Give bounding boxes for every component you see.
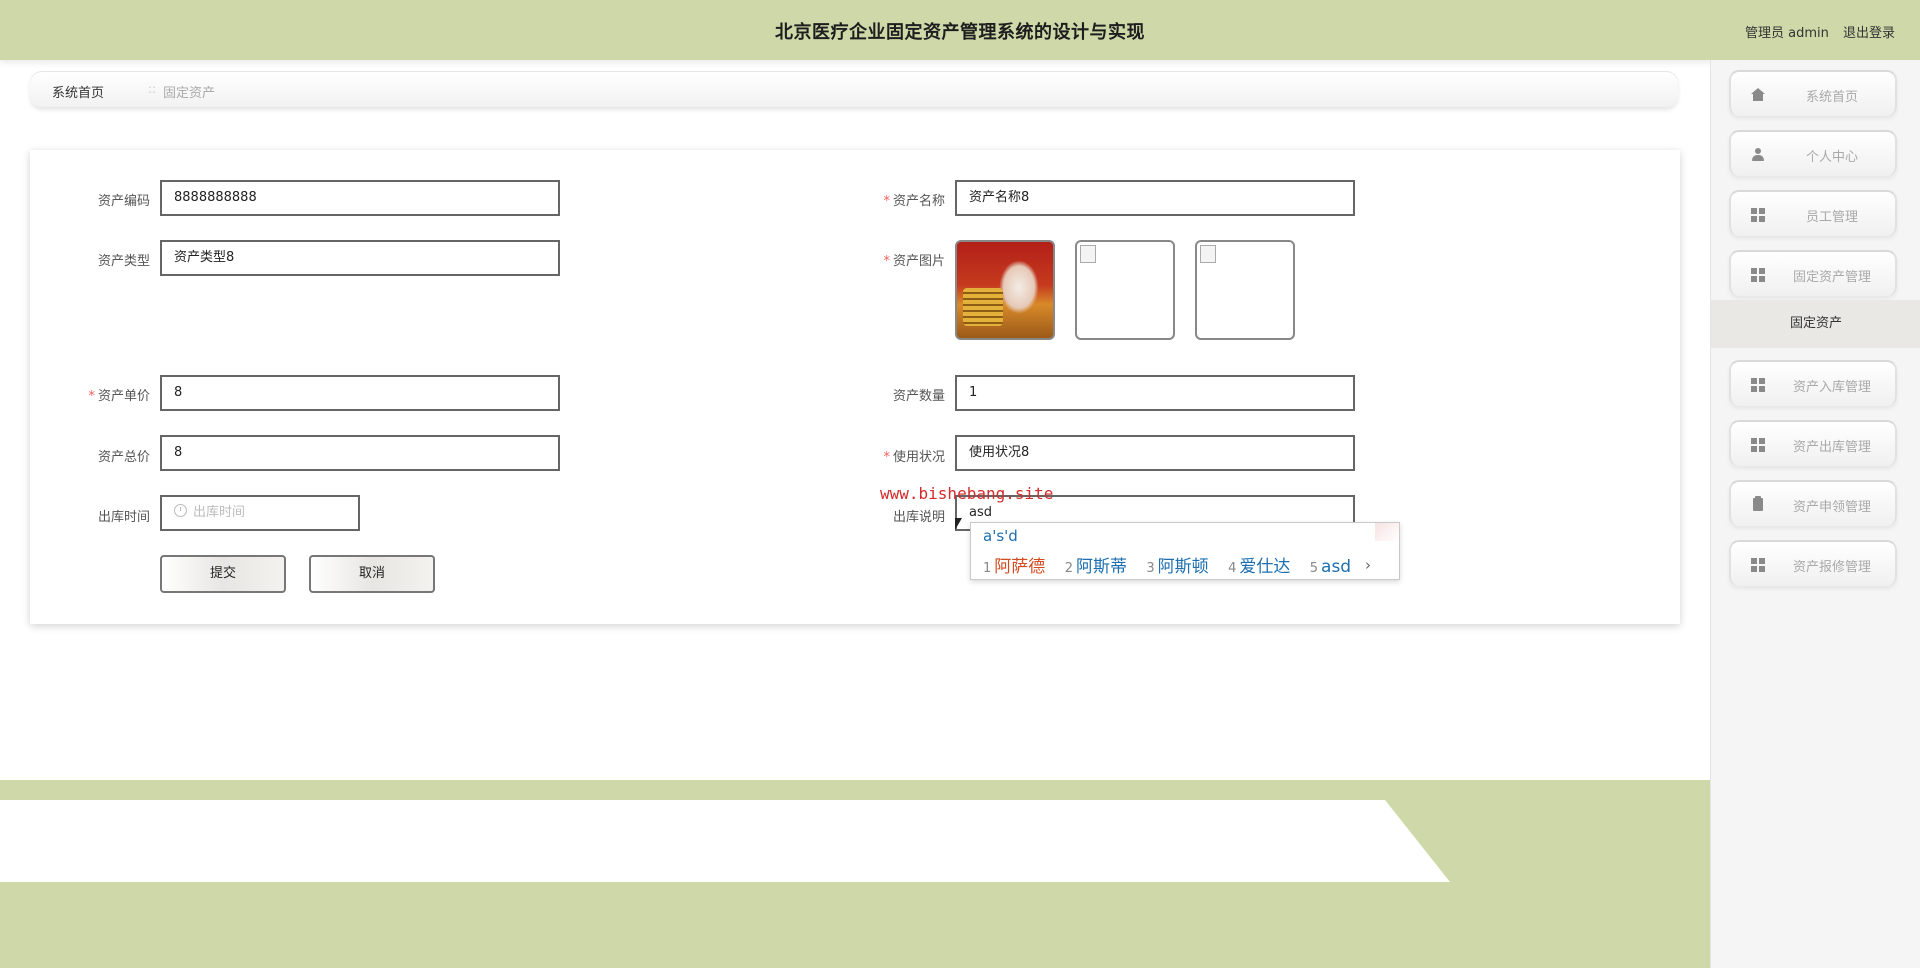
asset-image-slot-3[interactable] — [1195, 240, 1295, 340]
breadcrumb-home[interactable]: 系统首页 — [52, 82, 104, 101]
sidebar-item-home[interactable]: 系统首页 — [1729, 70, 1897, 116]
sidebar-item-employee-management[interactable]: 员工管理 — [1729, 190, 1897, 236]
sidebar-item-fixed-asset-management[interactable]: 固定资产管理 — [1729, 250, 1897, 296]
grid-icon — [1751, 268, 1765, 282]
breadcrumb-current: 固定资产 — [163, 86, 216, 101]
footer-decoration-stripe — [0, 800, 1450, 882]
sidebar-item-asset-request[interactable]: 资产申领管理 — [1729, 480, 1897, 526]
unit-price-label: * 资产单价 — [88, 389, 150, 404]
clipboard-icon — [1751, 496, 1765, 512]
sidebar-item-asset-repair[interactable]: 资产报修管理 — [1729, 540, 1897, 586]
sidebar-menu: 系统首页 个人中心 员工管理 固定资产管理 固定资产 资产入库管理 资产出库管理… — [1710, 60, 1920, 968]
asset-code-field[interactable]: 8888888888 — [160, 180, 560, 216]
coins-graphic — [963, 288, 1003, 326]
clock-icon — [174, 504, 187, 517]
ime-candidate-list: 1 阿萨德 2 阿斯蒂 3 阿斯顿 4 爱仕达 5 asd — [983, 552, 1365, 577]
ime-candidate-4[interactable]: 4 爱仕达 — [1228, 557, 1290, 577]
ime-next-page-icon[interactable]: › — [1365, 556, 1371, 574]
broken-image-icon — [1080, 245, 1096, 263]
watermark-text: www.bishebang.site — [880, 484, 1054, 503]
ime-candidate-3[interactable]: 3 阿斯顿 — [1146, 557, 1208, 577]
ime-candidate-popup: a's'd 1 阿萨德 2 阿斯蒂 3 阿斯顿 4 爱仕达 5 asd › — [970, 522, 1400, 580]
unit-price-field[interactable]: 8 — [160, 375, 560, 411]
submit-button[interactable]: 提交 — [160, 555, 286, 593]
asset-type-field[interactable]: 资产类型8 — [160, 240, 560, 276]
mouse-cursor-icon — [955, 518, 962, 530]
home-icon — [1751, 88, 1765, 102]
top-header: 北京医疗企业固定资产管理系统的设计与实现 管理员 admin 退出登录 — [0, 0, 1920, 60]
usage-status-label: * 使用状况 — [883, 450, 945, 465]
grid-icon — [1751, 558, 1765, 572]
asset-type-label: 资产类型 — [97, 254, 150, 269]
grid-icon — [1751, 208, 1765, 222]
cancel-button[interactable]: 取消 — [309, 555, 435, 593]
user-area: 管理员 admin 退出登录 — [1735, 22, 1895, 41]
breadcrumb-separator: :: — [148, 82, 157, 96]
asset-image-slot-2[interactable] — [1075, 240, 1175, 340]
out-note-label: 出库说明 — [892, 510, 945, 525]
asset-name-field[interactable]: 资产名称8 — [955, 180, 1355, 216]
grid-icon — [1751, 438, 1765, 452]
sidebar-subitem-fixed-asset[interactable]: 固定资产 — [1711, 300, 1920, 348]
usage-status-field[interactable]: 使用状况8 — [955, 435, 1355, 471]
out-time-placeholder: 出库时间 — [193, 505, 246, 520]
sidebar-item-personal-center[interactable]: 个人中心 — [1729, 130, 1897, 176]
asset-code-label: 资产编码 — [97, 194, 150, 209]
asset-name-label: * 资产名称 — [883, 194, 945, 209]
ime-candidate-2[interactable]: 2 阿斯蒂 — [1065, 557, 1127, 577]
total-price-field[interactable]: 8 — [160, 435, 560, 471]
asset-image-thumbnail[interactable] — [955, 240, 1055, 340]
quantity-field[interactable]: 1 — [955, 375, 1355, 411]
quantity-label: 资产数量 — [892, 389, 945, 404]
logout-link[interactable]: 退出登录 — [1843, 26, 1895, 41]
page-title: 北京医疗企业固定资产管理系统的设计与实现 — [775, 22, 1145, 43]
grid-icon — [1751, 378, 1765, 392]
ime-candidate-1[interactable]: 1 阿萨德 — [983, 557, 1045, 577]
ime-candidate-5[interactable]: 5 asd — [1310, 557, 1351, 577]
breadcrumb: 系统首页 :: 固定资产 — [30, 71, 1678, 107]
asset-form-card: 资产编码 8888888888 * 资产名称 资产名称8 资产类型 资产类型8 *… — [30, 150, 1680, 624]
user-role-label: 管理员 admin — [1744, 26, 1829, 41]
ime-composition-text: a's'd — [983, 527, 1018, 545]
sidebar-item-asset-outbound[interactable]: 资产出库管理 — [1729, 420, 1897, 466]
asset-image-label: * 资产图片 — [883, 254, 945, 269]
broken-image-icon — [1200, 245, 1216, 263]
total-price-label: 资产总价 — [97, 450, 150, 465]
out-time-picker[interactable]: 出库时间 — [160, 495, 360, 531]
sidebar-item-asset-inbound[interactable]: 资产入库管理 — [1729, 360, 1897, 406]
ime-corner-decoration — [1375, 523, 1399, 541]
user-icon — [1751, 148, 1765, 162]
out-time-label: 出库时间 — [97, 510, 150, 525]
